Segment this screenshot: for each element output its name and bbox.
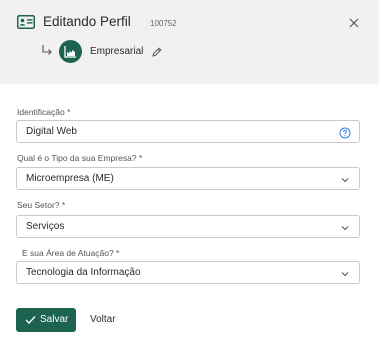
save-button[interactable]: Salvar bbox=[16, 308, 76, 332]
area-atuacao-value: Tecnologia da Informação bbox=[26, 267, 141, 278]
tipo-empresa-label: Qual é o Tipo da sua Empresa? * bbox=[17, 153, 143, 163]
avatar bbox=[59, 40, 82, 63]
chevron-down-icon bbox=[339, 173, 351, 185]
setor-label: Seu Setor? * bbox=[17, 200, 66, 210]
area-atuacao-select[interactable]: Tecnologia da Informação bbox=[16, 261, 360, 284]
setor-select[interactable]: Serviços bbox=[16, 215, 360, 238]
factory-icon bbox=[64, 46, 76, 58]
chevron-down-icon bbox=[339, 221, 351, 233]
identificacao-value: Digital Web bbox=[26, 126, 77, 137]
id-card-icon bbox=[17, 15, 35, 29]
subdirectory-arrow-icon bbox=[40, 43, 54, 57]
back-button[interactable]: Voltar bbox=[90, 314, 116, 325]
page-title: Editando Perfil bbox=[43, 14, 131, 29]
setor-value: Serviços bbox=[26, 221, 65, 232]
check-icon bbox=[25, 316, 36, 324]
identificacao-label: Identificação * bbox=[17, 107, 71, 117]
profile-type: Empresarial bbox=[90, 46, 144, 57]
tipo-empresa-select[interactable]: Microempresa (ME) bbox=[16, 167, 360, 190]
close-icon[interactable] bbox=[347, 16, 361, 30]
modal-header: Editando Perfil 100752 Empresarial bbox=[0, 0, 379, 84]
help-circle-icon[interactable] bbox=[339, 126, 351, 139]
save-button-label: Salvar bbox=[40, 314, 69, 325]
tipo-empresa-value: Microempresa (ME) bbox=[26, 173, 114, 184]
identificacao-field[interactable]: Digital Web bbox=[16, 120, 360, 143]
area-atuacao-label: E sua Área de Atuação? * bbox=[22, 248, 120, 258]
pencil-icon[interactable] bbox=[151, 45, 163, 57]
record-id: 100752 bbox=[150, 19, 177, 28]
chevron-down-icon bbox=[339, 267, 351, 279]
